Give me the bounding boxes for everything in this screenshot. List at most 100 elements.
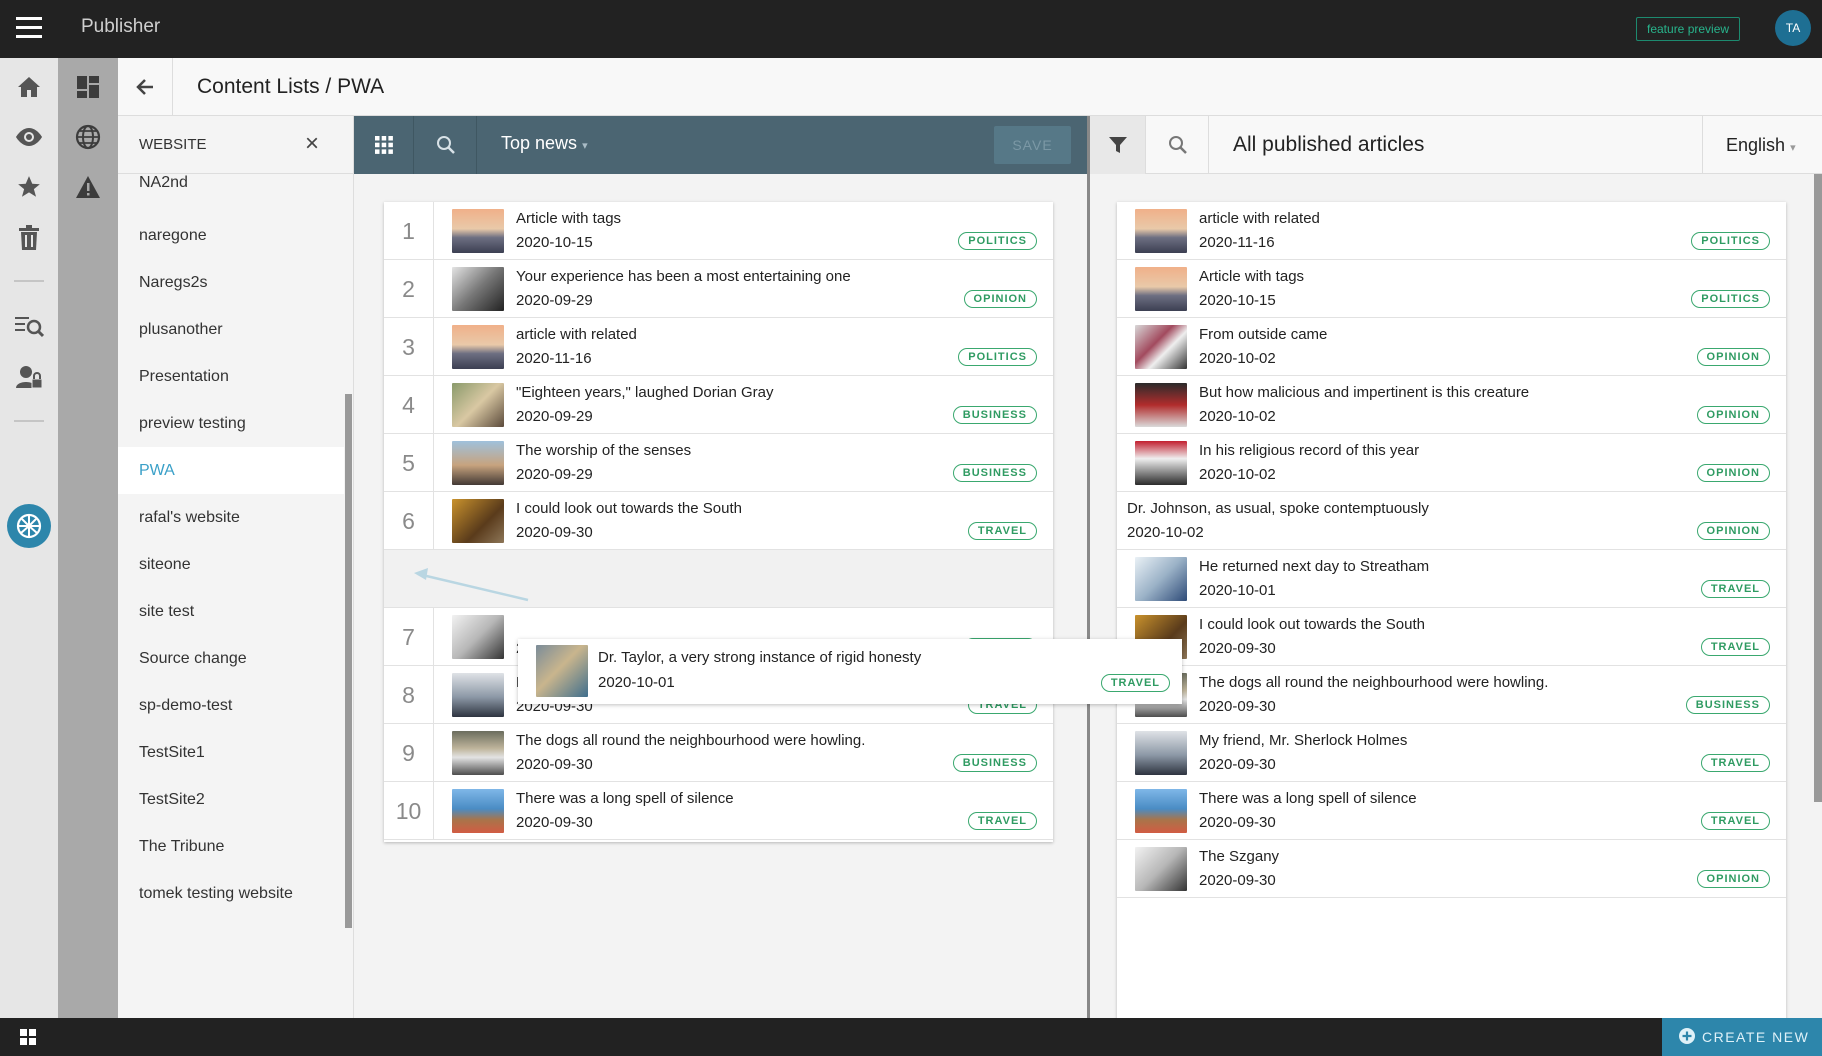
article-title: The Szgany [1199,848,1280,865]
content-list-toolbar: Top news ▾ SAVE [354,116,1089,174]
content-nav-rail [58,58,118,1018]
table-row[interactable]: From outside came 2020-10-02 OPINION [1117,318,1786,376]
category-tag: POLITICS [1691,232,1770,250]
publisher-globe-icon[interactable] [7,504,51,548]
category-tag: TRAVEL [1700,812,1770,830]
website-item[interactable]: sp-demo-test [118,682,344,729]
save-button[interactable]: SAVE [994,126,1071,164]
scrollbar[interactable] [345,394,352,928]
table-row[interactable]: Article with tags 2020-10-15 POLITICS [1117,260,1786,318]
article-thumbnail [452,209,504,253]
category-tag: OPINION [1696,348,1770,366]
warning-icon[interactable] [73,172,103,202]
article-date: 2020-09-30 [1199,814,1276,831]
table-row[interactable]: 9 The dogs all round the neighbourhood we… [384,724,1053,782]
category-tag: POLITICS [958,232,1037,250]
row-number: 4 [384,376,434,434]
table-row[interactable]: 4 "Eighteen years," laughed Dorian Gray 20… [384,376,1053,434]
website-item[interactable]: naregone [118,212,344,259]
trash-icon[interactable] [14,223,44,253]
eye-icon[interactable] [14,122,44,152]
bottom-bar: CREATE NEW [0,1018,1822,1056]
article-title: In his religious record of this year [1199,442,1420,459]
create-new-button[interactable]: CREATE NEW [1662,1018,1822,1056]
table-row[interactable]: The dogs all round the neighbourhood wer… [1117,666,1786,724]
content-list-card: 1 Article with tags 2020-10-15 POLITICS 2 You… [384,202,1053,842]
row-number: 10 [384,782,434,840]
table-row[interactable]: 3 article with related 2020-11-16 POLITICS [384,318,1053,376]
website-item[interactable]: Source change [118,635,344,682]
published-title: All published articles [1233,133,1425,156]
article-title: "Eighteen years," laughed Dorian Gray [516,384,774,401]
table-row[interactable]: 10 There was a long spell of silence 2020-… [384,782,1053,840]
globe-icon[interactable] [73,122,103,152]
article-title: There was a long spell of silence [1199,790,1417,807]
row-number: 2 [384,260,434,318]
top-bar: Publisher feature preview TA [0,0,1822,58]
article-thumbnail [1135,267,1187,311]
avatar[interactable]: TA [1775,10,1811,46]
table-row[interactable]: My friend, Mr. Sherlock Holmes 2020-09-30… [1117,724,1786,782]
table-row[interactable]: The Szgany 2020-09-30 OPINION [1117,840,1786,898]
content-list-select[interactable]: Top news ▾ [501,133,588,154]
article-thumbnail [452,267,504,311]
article-thumbnail [452,499,504,543]
filter-icon[interactable] [1090,116,1146,174]
windows-icon[interactable] [19,1028,37,1046]
table-row[interactable]: He returned next day to Streatham 2020-10… [1117,550,1786,608]
dragging-article[interactable]: Dr. Taylor, a very strong instance of ri… [518,639,1182,704]
page-header: Content Lists / PWA [118,58,1822,116]
search-icon[interactable] [415,116,477,174]
app-name: Publisher [81,16,161,37]
article-thumbnail [452,789,504,833]
article-date: 2020-10-02 [1199,408,1276,425]
row-number: 6 [384,492,434,550]
table-row[interactable]: In his religious record of this year 2020… [1117,434,1786,492]
user-lock-icon[interactable] [14,362,44,392]
main-nav-rail [0,58,58,1018]
category-tag: BUSINESS [952,406,1037,424]
website-item[interactable]: preview testing [118,400,344,447]
website-item[interactable]: siteone [118,541,344,588]
dashboard-icon[interactable] [73,72,103,102]
article-date: 2020-10-15 [1199,292,1276,309]
article-date: 2020-10-01 [598,674,675,691]
feature-preview-button[interactable]: feature preview [1636,17,1741,41]
article-thumbnail [1135,209,1187,253]
back-arrow-icon[interactable] [130,72,160,102]
table-row[interactable]: 2 Your experience has been a most enterta… [384,260,1053,318]
website-item[interactable]: rafal's website [118,494,344,541]
category-tag: POLITICS [958,348,1037,366]
article-date: 2020-09-30 [1199,698,1276,715]
website-item[interactable]: tomek testing website [118,870,344,917]
table-row[interactable]: I could look out towards the South 2020-0… [1117,608,1786,666]
category-tag: TRAVEL [1100,674,1170,692]
table-row[interactable]: 6 I could look out towards the South 2020-… [384,492,1053,550]
search-icon[interactable] [1147,116,1209,174]
table-row[interactable]: article with related 2020-11-16 POLITICS [1117,202,1786,260]
website-item[interactable]: site test [118,588,344,635]
language-select[interactable]: English ▾ [1702,116,1822,174]
close-icon[interactable]: × [300,132,324,157]
article-title: My friend, Mr. Sherlock Holmes [1199,732,1408,749]
table-row[interactable]: There was a long spell of silence 2020-09… [1117,782,1786,840]
table-row[interactable]: 5 The worship of the senses 2020-09-29 BUSI… [384,434,1053,492]
website-item[interactable]: The Tribune [118,823,344,870]
table-row[interactable]: 1 Article with tags 2020-10-15 POLITICS [384,202,1053,260]
category-tag: OPINION [1696,406,1770,424]
website-item[interactable]: NA2nd [118,174,344,212]
table-row[interactable]: Dr. Johnson, as usual, spoke contemptuou… [1117,492,1786,550]
website-item[interactable]: plusanother [118,306,344,353]
website-item[interactable]: TestSite2 [118,776,344,823]
star-icon[interactable] [14,172,44,202]
hamburger-icon[interactable] [16,17,42,41]
home-icon[interactable] [14,72,44,102]
scrollbar[interactable] [1814,174,1822,802]
website-item[interactable]: PWA [118,447,344,494]
table-row[interactable]: But how malicious and impertinent is thi… [1117,376,1786,434]
website-item[interactable]: TestSite1 [118,729,344,776]
search-list-icon[interactable] [14,312,44,342]
website-item[interactable]: Naregs2s [118,259,344,306]
website-item[interactable]: Presentation [118,353,344,400]
grid-icon[interactable] [354,116,414,174]
